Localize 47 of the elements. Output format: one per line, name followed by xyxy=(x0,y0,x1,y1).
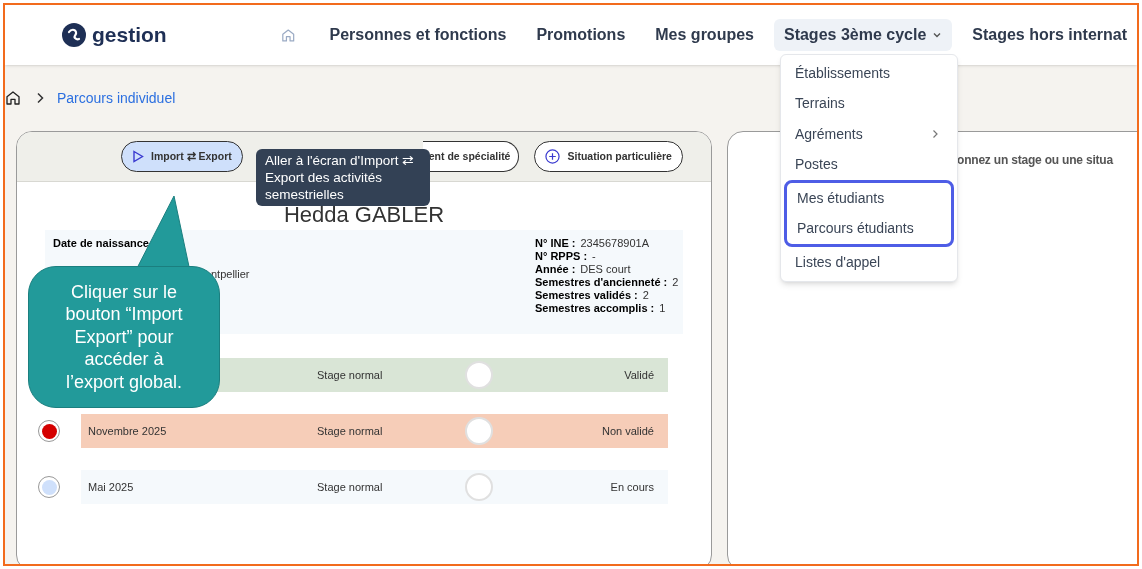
field-value: 1 xyxy=(659,302,666,315)
field-value: DES court xyxy=(580,263,631,276)
semester-status: En cours xyxy=(610,479,654,495)
nav-item[interactable]: Personnes et fonctions xyxy=(319,19,517,51)
field-label: N° INE : xyxy=(535,237,576,250)
menu-item[interactable]: Parcours étudiants xyxy=(787,213,951,244)
semester-month: Novembre 2025 xyxy=(88,424,167,437)
field-value: - xyxy=(592,250,596,263)
breadcrumb-link[interactable]: Parcours individuel xyxy=(57,87,176,109)
menu-item[interactable]: Listes d'appel xyxy=(785,247,953,278)
nav-item[interactable]: Stages 3ème cycle xyxy=(773,19,953,51)
hint-text: onnez un stage ou une situa xyxy=(957,153,1113,167)
info-text: ntpellier xyxy=(211,266,250,282)
menu-item[interactable]: Agréments xyxy=(785,119,953,150)
semester-month: Mai 2025 xyxy=(88,480,134,493)
field-label: Semestres validés : xyxy=(535,289,638,302)
menu-item[interactable]: Terrains xyxy=(785,88,953,119)
menu-item[interactable]: Établissements xyxy=(785,58,953,89)
nav-item[interactable]: Mes groupes xyxy=(645,19,764,51)
logo-text: gestion xyxy=(92,22,167,49)
semester-type: Stage normal xyxy=(317,423,384,439)
semester-status: Non validé xyxy=(602,423,654,439)
semester-row[interactable]: Mai 2025 Stage normal En cours xyxy=(81,470,668,504)
field-value: 2 xyxy=(672,276,679,289)
field-label: Année : xyxy=(535,263,576,276)
semester-status: Validé xyxy=(624,367,654,383)
special-situation-button[interactable]: Situation particulière xyxy=(534,141,683,172)
field-label: Semestres accomplis : xyxy=(535,302,655,315)
semester-type: Stage normal xyxy=(317,479,384,495)
home-icon[interactable] xyxy=(5,90,21,106)
chevron-right-icon xyxy=(35,92,45,104)
play-icon xyxy=(132,150,144,163)
field-label: N° RPPS : xyxy=(535,250,588,263)
menu-item[interactable]: Mes étudiants xyxy=(787,183,951,214)
field-value: 2 xyxy=(642,289,649,302)
menu-item[interactable]: Postes xyxy=(785,149,953,180)
field-value: 2345678901A xyxy=(580,237,649,250)
plus-circle-icon xyxy=(545,149,561,164)
field-label: Semestres d'ancienneté : xyxy=(535,276,668,289)
info-label: Date de naissance xyxy=(53,236,150,251)
logo-icon xyxy=(62,23,86,47)
semester-row[interactable]: Novembre 2025 Stage normal Non validé xyxy=(81,414,668,448)
nav-item[interactable]: Promotions xyxy=(526,19,636,51)
import-export-button[interactable]: Import ⇄ Export xyxy=(121,141,243,172)
tooltip: Aller à l'écran d'Import ⇄ Export des activités semestrielles xyxy=(256,149,430,206)
nav-item[interactable]: Stages hors internat xyxy=(962,19,1137,51)
semester-type: Stage normal xyxy=(317,367,384,383)
